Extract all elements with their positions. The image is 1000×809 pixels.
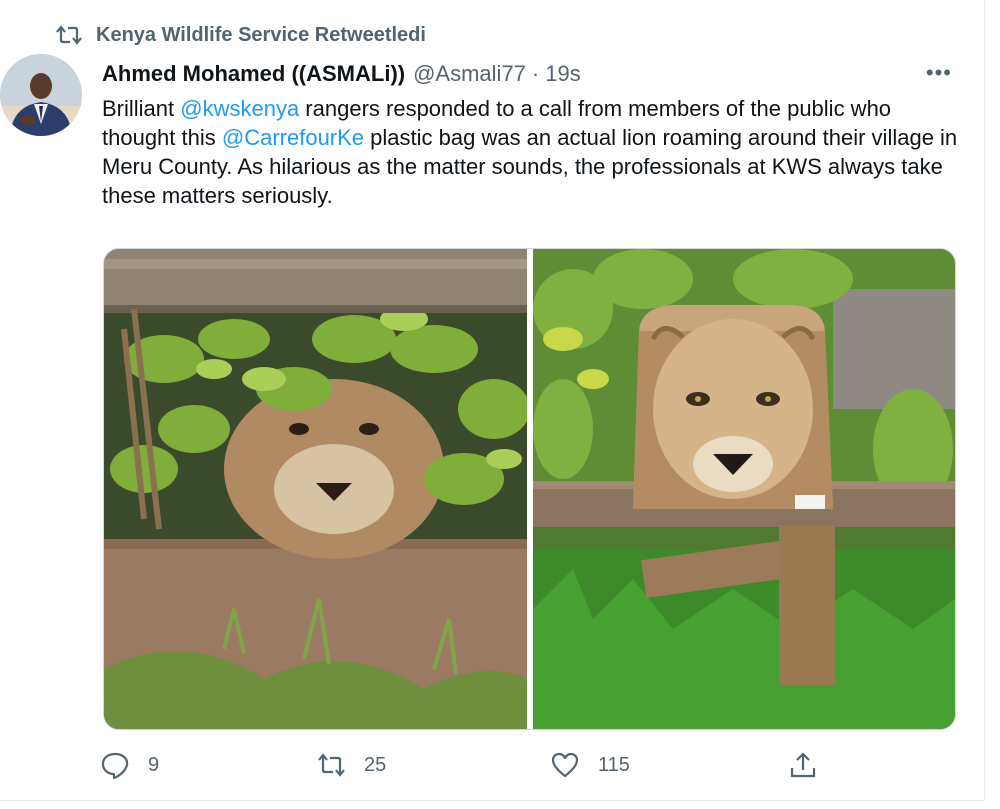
author-handle[interactable]: @Asmali77: [413, 61, 526, 87]
tweet-text-part: Brilliant: [102, 96, 181, 121]
tweet-text: Brilliant @kwskenya rangers responded to…: [102, 94, 962, 210]
tweet-time[interactable]: 19s: [545, 61, 580, 87]
reply-action[interactable]: 9: [100, 750, 159, 780]
like-action[interactable]: 115: [550, 750, 630, 780]
avatar[interactable]: [0, 54, 82, 136]
retweet-label: Kenya Wildlife Service Retweetledi: [96, 23, 426, 46]
separator-dot: ·: [531, 61, 540, 86]
heart-icon: [551, 752, 579, 778]
lion-print-bag-photo: [533, 249, 955, 729]
retweet-icon: [56, 25, 82, 45]
lion-under-bench-photo: [104, 249, 527, 729]
avatar-image: [0, 54, 82, 136]
reply-icon: [101, 752, 129, 780]
media-image-left[interactable]: [104, 249, 527, 729]
author-name[interactable]: Ahmed Mohamed ((ASMALi)): [102, 61, 405, 87]
retweet-count: 25: [364, 753, 387, 776]
retweet-action[interactable]: 25: [316, 750, 386, 780]
retweet-context[interactable]: Kenya Wildlife Service Retweetledi: [56, 20, 426, 50]
share-action[interactable]: [788, 750, 818, 780]
retweet-icon: [318, 753, 345, 777]
mention-carrefourke[interactable]: @CarrefourKe: [222, 125, 364, 150]
reply-count: 9: [148, 753, 160, 776]
author-row: Ahmed Mohamed ((ASMALi)) @Asmali77 · 19s…: [102, 58, 960, 90]
like-count: 115: [598, 753, 630, 776]
mention-kwskenya[interactable]: @kwskenya: [180, 96, 299, 121]
tweet-media: [103, 248, 956, 730]
tweet-card: Kenya Wildlife Service Retweetledi Ahmed…: [0, 0, 985, 801]
more-options-icon[interactable]: •••: [926, 60, 952, 86]
media-image-right[interactable]: [533, 249, 955, 729]
action-bar: 9 25 115: [100, 750, 840, 784]
share-icon: [790, 752, 816, 778]
